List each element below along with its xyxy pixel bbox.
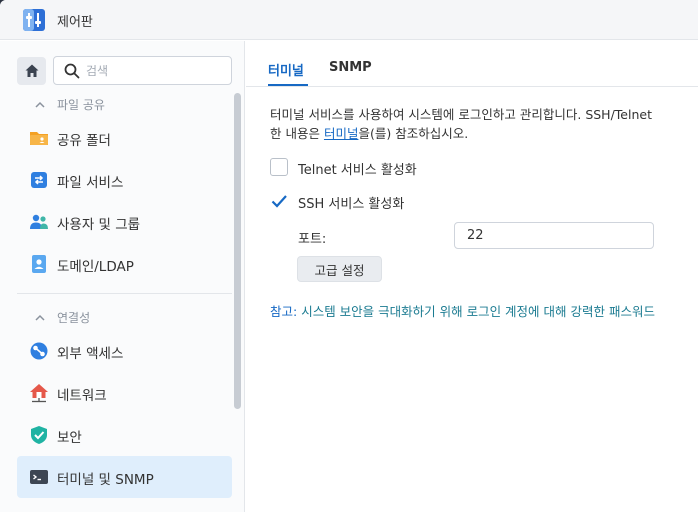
group-header-file-sharing[interactable]: 파일 공유: [17, 93, 232, 117]
sidebar-item-label: 외부 액세스: [57, 346, 124, 362]
tab-snmp[interactable]: SNMP: [329, 60, 372, 75]
sidebar-item-shared-folder[interactable]: 공유 폴더: [17, 117, 232, 159]
sidebar-item-domain-ldap[interactable]: 도메인/LDAP: [17, 243, 232, 285]
sidebar-item-label: 사용자 및 그룹: [57, 217, 141, 233]
description-line-1: 터미널 서비스를 사용하여 시스템에 로그인하고 관리합니다. SSH/Teln…: [270, 107, 652, 122]
sidebar-item-file-services[interactable]: 파일 서비스: [17, 159, 232, 201]
sidebar-item-security[interactable]: 보안: [17, 414, 232, 456]
telnet-label[interactable]: Telnet 서비스 활성화: [298, 159, 417, 178]
security-shield-icon: [31, 426, 47, 444]
tab-terminal[interactable]: 터미널: [268, 60, 304, 79]
main-content: 터미널 SNMP 터미널 서비스를 사용하여 시스템에 로그인하고 관리합니다.…: [246, 41, 698, 512]
network-icon: [30, 384, 48, 403]
search-box[interactable]: [53, 56, 232, 85]
port-input[interactable]: [454, 222, 654, 249]
sidebar-item-label: 파일 서비스: [57, 175, 124, 191]
tab-bar: 터미널 SNMP: [246, 41, 698, 87]
description-text: 터미널 서비스를 사용하여 시스템에 로그인하고 관리합니다. SSH/Teln…: [270, 105, 698, 143]
sidebar-item-label: 네트워크: [57, 388, 107, 404]
description-suffix: 을(를) 참조하십시오.: [358, 126, 469, 141]
terminal-icon: [30, 470, 48, 484]
search-icon: [64, 63, 80, 79]
users-groups-icon: [30, 214, 48, 229]
active-tab-indicator: [268, 84, 308, 86]
chevron-up-icon: [35, 314, 45, 321]
sidebar-scrollbar[interactable]: [234, 93, 241, 409]
control-panel-app-icon: [23, 9, 45, 31]
sidebar-item-terminal-snmp[interactable]: 터미널 및 SNMP: [17, 456, 232, 498]
sidebar-divider: [17, 293, 232, 294]
note-text: 시스템 보안을 극대화하기 위해 로그인 계정에 대해 강력한 패스워드: [297, 304, 655, 319]
checkmark-icon: [271, 195, 287, 208]
chevron-up-icon: [35, 101, 45, 108]
group-header-connectivity[interactable]: 연결성: [17, 306, 232, 330]
group-label: 연결성: [57, 311, 91, 325]
title-bar: 제어판: [0, 0, 698, 40]
description-prefix: 한 내용은: [270, 126, 324, 141]
ssh-checkbox[interactable]: [270, 192, 288, 210]
window-title: 제어판: [57, 15, 93, 30]
search-input[interactable]: [86, 61, 226, 81]
sidebar-item-network[interactable]: 네트워크: [17, 372, 232, 414]
note-prefix: 참고:: [270, 304, 298, 319]
security-note: 참고: 시스템 보안을 극대화하기 위해 로그인 계정에 대해 강력한 패스워드: [270, 301, 655, 320]
sidebar-item-external-access[interactable]: 외부 액세스: [17, 330, 232, 372]
sidebar-item-label: 보안: [57, 430, 82, 446]
port-label: 포트:: [298, 232, 327, 247]
nav-list: 파일 공유 공유 폴더 파일 서비스 사용자 및 그룹 도메인/LDAP 연결성…: [17, 93, 232, 498]
group-label: 파일 공유: [57, 98, 105, 112]
sidebar-item-users-groups[interactable]: 사용자 및 그룹: [17, 201, 232, 243]
telnet-checkbox[interactable]: [270, 158, 288, 176]
advanced-settings-button[interactable]: 고급 설정: [297, 256, 382, 282]
sidebar-item-label: 도메인/LDAP: [57, 259, 134, 275]
terminal-help-link[interactable]: 터미널: [324, 126, 359, 141]
file-services-icon: [31, 172, 47, 188]
ssh-label[interactable]: SSH 서비스 활성화: [298, 193, 404, 212]
description-line-2: 한 내용은 터미널을(를) 참조하십시오.: [270, 124, 698, 143]
control-panel-window: 제어판 파일 공유: [0, 0, 698, 512]
sidebar-item-label: 공유 폴더: [57, 133, 111, 149]
external-access-icon: [30, 342, 48, 360]
sidebar-item-label: 터미널 및 SNMP: [57, 472, 154, 488]
domain-ldap-icon: [32, 255, 46, 273]
sidebar: 파일 공유 공유 폴더 파일 서비스: [0, 41, 245, 512]
home-icon: [25, 64, 38, 77]
home-button[interactable]: [17, 57, 46, 85]
shared-folder-icon: [30, 132, 48, 145]
